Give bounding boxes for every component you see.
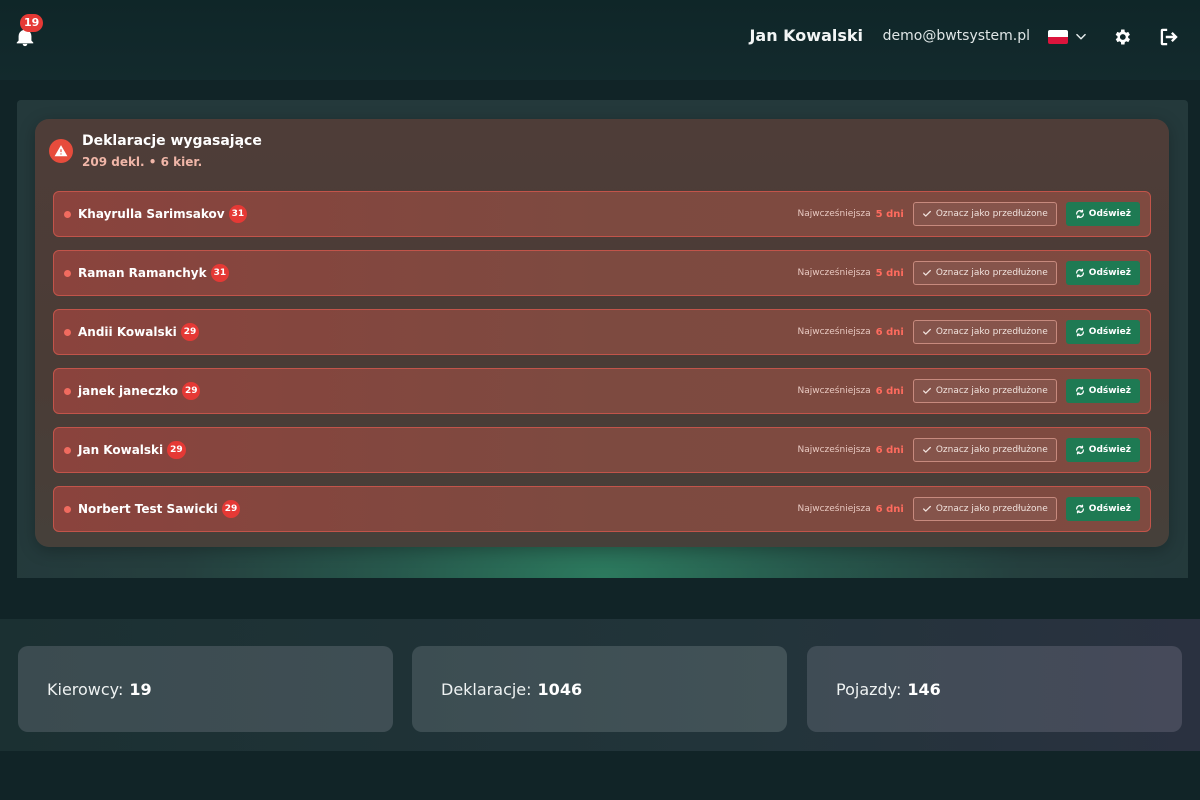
status-dot-icon <box>64 447 71 454</box>
earliest-value: 6 dni <box>875 444 904 456</box>
check-icon <box>922 505 931 512</box>
pl-flag-icon <box>1048 30 1068 44</box>
refresh-label: Odśwież <box>1088 327 1131 337</box>
card-subtitle: 209 dekl. • 6 kier. <box>82 155 203 169</box>
mark-extended-button[interactable]: Oznacz jako przedłużone <box>912 320 1057 344</box>
mark-extended-button[interactable]: Oznacz jako przedłużone <box>912 438 1057 462</box>
mark-extended-label: Oznacz jako przedłużone <box>935 386 1048 396</box>
mark-extended-label: Oznacz jako przedłużone <box>935 445 1048 455</box>
driver-row: Norbert Test Sawicki 29 Najwcześniejsza … <box>53 486 1151 532</box>
drivers-label: Kierowcy: <box>47 679 124 699</box>
declaration-count-badge: 31 <box>210 264 230 282</box>
earliest-value: 6 dni <box>875 326 904 338</box>
refresh-icon <box>1075 445 1084 455</box>
drivers-stat-card[interactable]: Kierowcy: 19 <box>18 646 393 732</box>
driver-name: Khayrulla Sarimsakov <box>78 207 225 221</box>
warning-icon <box>49 139 73 163</box>
status-dot-icon <box>64 329 71 336</box>
vehicles-value: 146 <box>907 679 941 699</box>
main-panel: Deklaracje wygasające 209 dekl. • 6 kier… <box>17 100 1188 578</box>
mark-extended-button[interactable]: Oznacz jako przedłużone <box>912 497 1057 521</box>
vehicles-label: Pojazdy: <box>836 679 902 699</box>
user-name: Jan Kowalski <box>749 26 863 45</box>
driver-row: Andii Kowalski 29 Najwcześniejsza 6 dni … <box>53 309 1151 355</box>
declarations-value: 1046 <box>537 679 583 699</box>
driver-name: janek janeczko <box>78 384 178 398</box>
status-dot-icon <box>64 211 71 218</box>
gear-icon[interactable] <box>1112 27 1132 47</box>
driver-row: janek janeczko 29 Najwcześniejsza 6 dni … <box>53 368 1151 414</box>
logout-icon[interactable] <box>1158 26 1180 48</box>
expiring-declarations-card: Deklaracje wygasające 209 dekl. • 6 kier… <box>35 119 1169 547</box>
check-icon <box>922 269 931 276</box>
mark-extended-button[interactable]: Oznacz jako przedłużone <box>912 261 1057 285</box>
mark-extended-label: Oznacz jako przedłużone <box>935 327 1048 337</box>
mark-extended-label: Oznacz jako przedłużone <box>935 268 1048 278</box>
refresh-label: Odśwież <box>1088 268 1131 278</box>
drivers-value: 19 <box>129 679 152 699</box>
check-icon <box>922 446 931 453</box>
earliest-label: Najwcześniejsza <box>797 445 871 455</box>
status-dot-icon <box>64 270 71 277</box>
mark-extended-button[interactable]: Oznacz jako przedłużone <box>912 379 1057 403</box>
declaration-count-badge: 31 <box>228 205 248 223</box>
card-title: Deklaracje wygasające <box>82 133 262 149</box>
driver-row: Khayrulla Sarimsakov 31 Najwcześniejsza … <box>53 191 1151 237</box>
driver-row: Jan Kowalski 29 Najwcześniejsza 6 dni Oz… <box>53 427 1151 473</box>
driver-row: Raman Ramanchyk 31 Najwcześniejsza 5 dni… <box>53 250 1151 296</box>
refresh-icon <box>1075 504 1084 514</box>
declaration-count-badge: 29 <box>181 382 201 400</box>
refresh-label: Odśwież <box>1088 504 1131 514</box>
earliest-value: 6 dni <box>875 503 904 515</box>
refresh-label: Odśwież <box>1088 209 1131 219</box>
user-email: demo@bwtsystem.pl <box>882 28 1030 44</box>
declarations-label: Deklaracje: <box>441 679 532 699</box>
driver-name: Norbert Test Sawicki <box>78 502 218 516</box>
mark-extended-label: Oznacz jako przedłużone <box>935 209 1048 219</box>
earliest-label: Najwcześniejsza <box>797 327 871 337</box>
vehicles-stat-card[interactable]: Pojazdy: 146 <box>807 646 1182 732</box>
check-icon <box>922 387 931 394</box>
refresh-label: Odśwież <box>1088 445 1131 455</box>
refresh-label: Odśwież <box>1088 386 1131 396</box>
earliest-value: 6 dni <box>875 385 904 397</box>
driver-name: Jan Kowalski <box>78 443 164 457</box>
status-dot-icon <box>64 506 71 513</box>
driver-list: Khayrulla Sarimsakov 31 Najwcześniejsza … <box>53 191 1151 545</box>
driver-name: Andii Kowalski <box>78 325 177 339</box>
notification-badge: 19 <box>20 14 44 32</box>
driver-name: Raman Ramanchyk <box>78 266 207 280</box>
status-dot-icon <box>64 388 71 395</box>
refresh-button[interactable]: Odśwież <box>1065 261 1140 285</box>
earliest-label: Najwcześniejsza <box>797 504 871 514</box>
refresh-button[interactable]: Odśwież <box>1065 202 1140 226</box>
refresh-icon <box>1075 209 1084 219</box>
earliest-label: Najwcześniejsza <box>797 209 871 219</box>
chevron-down-icon <box>1074 30 1088 44</box>
refresh-button[interactable]: Odśwież <box>1065 320 1140 344</box>
earliest-label: Najwcześniejsza <box>797 268 871 278</box>
declaration-count-badge: 29 <box>221 500 241 518</box>
refresh-icon <box>1075 327 1084 337</box>
earliest-label: Najwcześniejsza <box>797 386 871 396</box>
language-selector[interactable] <box>1048 28 1088 46</box>
declaration-count-badge: 29 <box>167 441 186 459</box>
declarations-stat-card[interactable]: Deklaracje: 1046 <box>412 646 787 732</box>
refresh-button[interactable]: Odśwież <box>1065 438 1140 462</box>
earliest-value: 5 dni <box>875 208 904 220</box>
refresh-icon <box>1075 268 1084 278</box>
earliest-value: 5 dni <box>875 267 904 279</box>
mark-extended-button[interactable]: Oznacz jako przedłużone <box>912 202 1057 226</box>
refresh-button[interactable]: Odśwież <box>1065 497 1140 521</box>
top-bar: 19 Jan Kowalski demo@bwtsystem.pl <box>0 0 1200 80</box>
refresh-button[interactable]: Odśwież <box>1065 379 1140 403</box>
mark-extended-label: Oznacz jako przedłużone <box>935 504 1048 514</box>
check-icon <box>922 210 931 217</box>
refresh-icon <box>1075 386 1084 396</box>
stats-bar: Kierowcy: 19 Deklaracje: 1046 Pojazdy: 1… <box>0 619 1200 751</box>
declaration-count-badge: 29 <box>180 323 200 341</box>
check-icon <box>922 328 931 335</box>
